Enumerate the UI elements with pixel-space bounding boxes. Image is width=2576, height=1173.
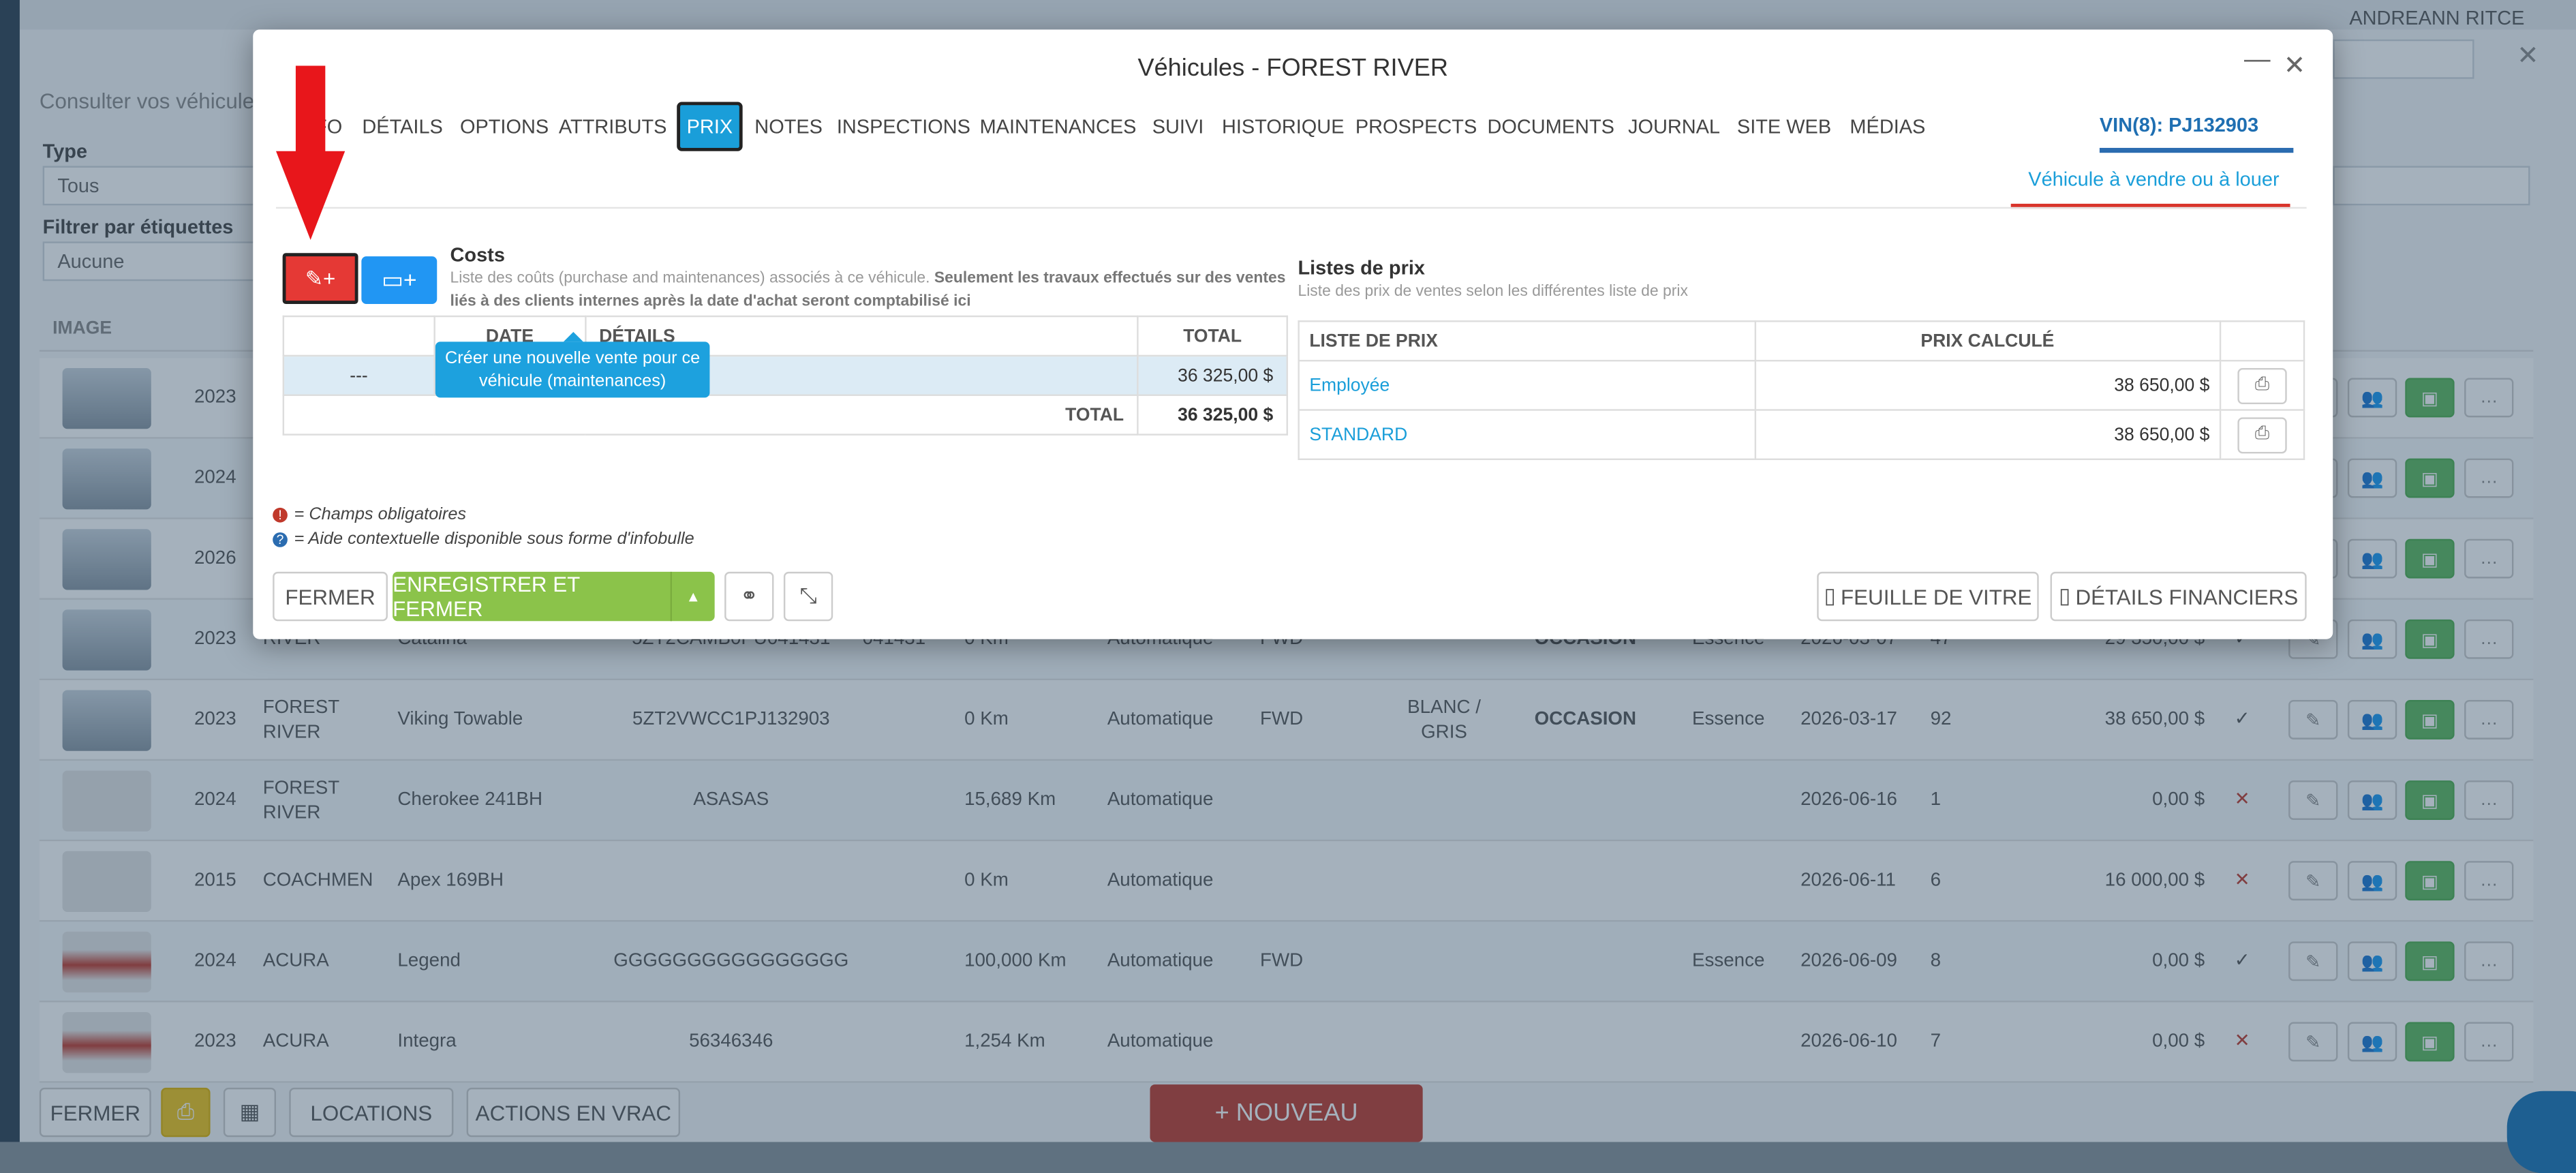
- window-sticker-label: FEUILLE DE VITRE: [1841, 584, 2032, 609]
- price-header-list: LISTE DE PRIX: [1298, 320, 1755, 362]
- app-root: ANDREANN RITCE ✕ Consulter vos véhicules…: [0, 0, 2576, 1173]
- vin-underline: [2099, 147, 2294, 153]
- price-lists-description: Liste des prix de ventes selon les diffé…: [1298, 282, 1688, 301]
- required-legend: ! = Champs obligatoires: [273, 504, 466, 524]
- required-legend-text: = Champs obligatoires: [294, 504, 467, 525]
- sale-status-label[interactable]: Véhicule à vendre ou à louer: [2014, 168, 2294, 191]
- price-header-computed: PRIX CALCULÉ: [1753, 320, 2222, 362]
- modal-title: Véhicules - FOREST RIVER: [1137, 54, 1448, 82]
- price-list-name: STANDARD: [1298, 409, 1755, 460]
- tab-inspections[interactable]: INSPECTIONS: [837, 102, 970, 151]
- price-lists-table: LISTE DE PRIX PRIX CALCULÉ Employée 38 6…: [1298, 320, 2305, 460]
- costs-total-label: TOTAL: [282, 394, 1139, 436]
- costs-header-col1: [282, 315, 435, 357]
- save-close-button[interactable]: ENREGISTRER ET FERMER ▲: [393, 571, 715, 622]
- arrow-shaft: [295, 65, 326, 158]
- link-icon[interactable]: ⚭: [724, 571, 774, 622]
- price-header-actions: [2219, 320, 2305, 362]
- table-row: Employée 38 650,00 $ ⎙: [1298, 359, 2305, 411]
- price-list-link-standard[interactable]: STANDARD: [1309, 425, 1407, 444]
- tabs-separator: [275, 207, 2307, 209]
- price-list-action: ⎙: [2219, 409, 2305, 460]
- chat-bubble[interactable]: [2506, 1091, 2576, 1173]
- help-legend-text: = Aide contextuelle disponible sous form…: [294, 529, 694, 549]
- cost-col1: ---: [282, 354, 435, 396]
- tab-history[interactable]: HISTORIQUE: [1222, 102, 1345, 151]
- required-icon: !: [273, 506, 288, 522]
- save-close-label[interactable]: ENREGISTRER ET FERMER: [393, 571, 672, 622]
- help-legend: ? = Aide contextuelle disponible sous fo…: [273, 529, 694, 549]
- table-row[interactable]: --- --- Achat original 36 325,00 $: [282, 354, 1288, 396]
- price-list-action: ⎙: [2219, 359, 2305, 411]
- costs-header-total: TOTAL: [1137, 315, 1288, 357]
- minimize-icon[interactable]: —: [2244, 46, 2271, 75]
- tab-tracking[interactable]: SUIVI: [1147, 102, 1210, 151]
- help-icon: ?: [273, 531, 288, 547]
- tab-price[interactable]: PRIX: [677, 102, 743, 151]
- tab-journal[interactable]: JOURNAL: [1627, 102, 1722, 151]
- tab-attributes[interactable]: ATTRIBUTS: [559, 102, 667, 151]
- create-sale-tooltip: Créer une nouvelle vente pour ce véhicul…: [435, 331, 710, 398]
- print-icon[interactable]: ⎙: [2237, 367, 2287, 403]
- costs-title: Costs: [450, 243, 505, 266]
- price-list-value: 38 650,00 $: [1753, 409, 2222, 460]
- tab-documents[interactable]: DOCUMENTS: [1487, 102, 1614, 151]
- tab-prospects[interactable]: PROSPECTS: [1355, 102, 1477, 151]
- tab-notes[interactable]: NOTES: [752, 102, 825, 151]
- tab-details[interactable]: DÉTAILS: [355, 102, 450, 151]
- price-list-value: 38 650,00 $: [1753, 359, 2222, 411]
- price-header-row: LISTE DE PRIX PRIX CALCULÉ: [1298, 320, 2305, 362]
- table-row: STANDARD 38 650,00 $ ⎙: [1298, 409, 2305, 460]
- file-icon: ▯: [2058, 583, 2071, 608]
- price-list-link-employee[interactable]: Employée: [1309, 376, 1390, 395]
- costs-header-row: DATE DÉTAILS TOTAL: [282, 315, 1288, 357]
- cost-total: 36 325,00 $: [1137, 354, 1288, 396]
- tab-website[interactable]: SITE WEB: [1735, 102, 1834, 151]
- costs-desc-plain: Liste des coûts (purchase and maintenanc…: [450, 269, 934, 288]
- arrow-head: [275, 151, 346, 240]
- costs-table: DATE DÉTAILS TOTAL --- --- Achat origina…: [282, 315, 1288, 436]
- compress-icon[interactable]: ⤡: [783, 571, 833, 622]
- create-maintenance-sale-button[interactable]: ✎+: [282, 253, 358, 304]
- card-plus-icon: ▭+: [382, 266, 417, 293]
- price-lists-title: Listes de prix: [1298, 256, 1425, 279]
- window-sticker-button[interactable]: ▯ FEUILLE DE VITRE: [1817, 571, 2039, 622]
- file-icon: ▯: [1824, 583, 1836, 608]
- costs-description: Liste des coûts (purchase and maintenanc…: [450, 268, 1288, 314]
- caret-up-icon[interactable]: ▲: [672, 572, 715, 621]
- costs-total-row: TOTAL 36 325,00 $: [282, 394, 1288, 436]
- financial-details-button[interactable]: ▯ DÉTAILS FINANCIERS: [2050, 571, 2307, 622]
- close-icon[interactable]: ✕: [2284, 49, 2305, 82]
- edit-plus-icon: ✎+: [305, 265, 336, 290]
- modal-close-button[interactable]: FERMER: [273, 571, 388, 622]
- tab-media[interactable]: MÉDIAS: [1847, 102, 1929, 151]
- print-icon[interactable]: ⎙: [2237, 416, 2287, 453]
- tab-options[interactable]: OPTIONS: [457, 102, 552, 151]
- vin-label[interactable]: VIN(8): PJ132903: [2100, 113, 2258, 136]
- tab-maintenances[interactable]: MAINTENANCES: [980, 102, 1137, 151]
- price-list-name: Employée: [1298, 359, 1755, 411]
- costs-total-value: 36 325,00 $: [1137, 394, 1288, 436]
- add-cost-card-button[interactable]: ▭+: [361, 256, 438, 304]
- annotation-arrow: [275, 65, 346, 240]
- vehicle-modal: Véhicules - FOREST RIVER — ✕ INFO DÉTAIL…: [253, 29, 2333, 639]
- financial-details-label: DÉTAILS FINANCIERS: [2075, 584, 2299, 609]
